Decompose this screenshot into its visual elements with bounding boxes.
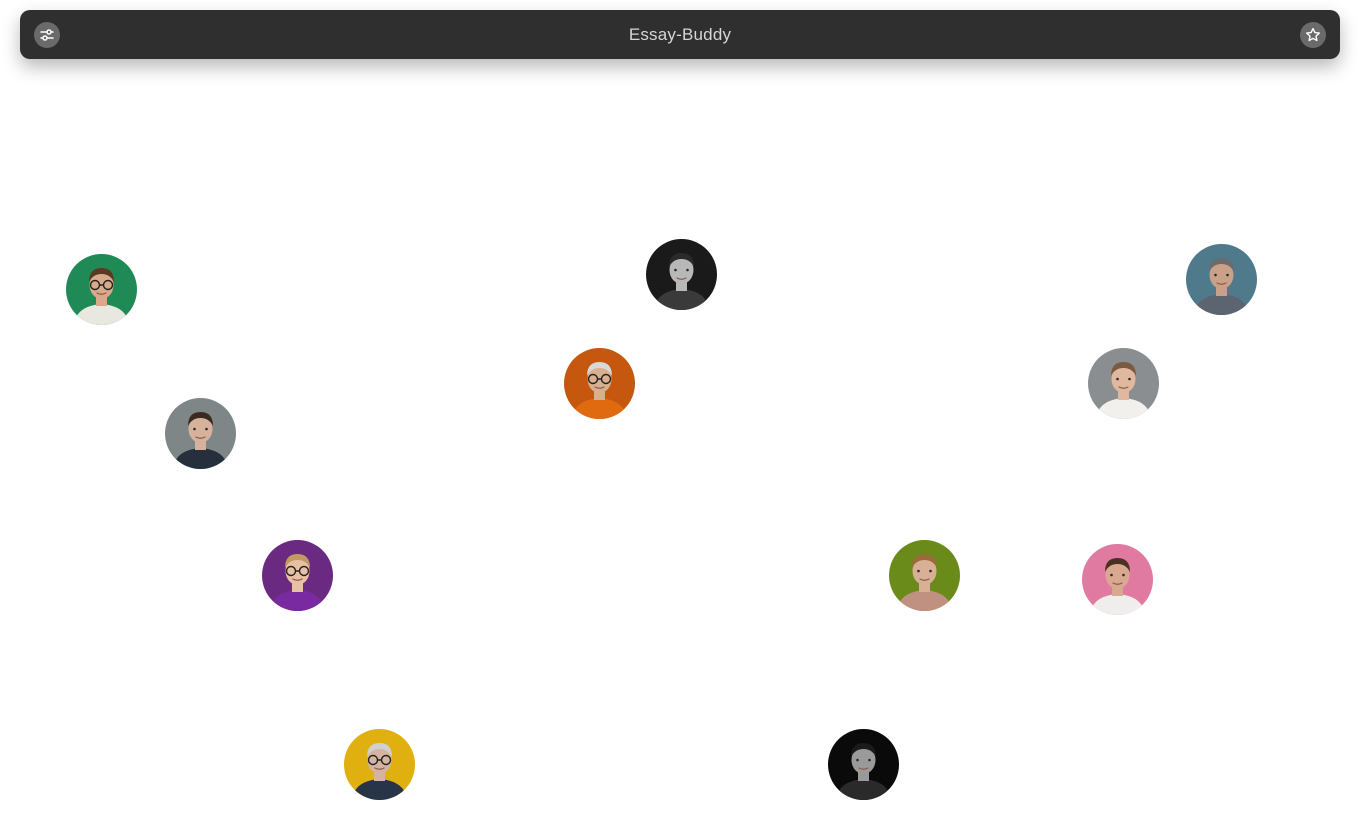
person-avatar[interactable] [1088, 348, 1159, 419]
star-icon[interactable] [1300, 22, 1326, 48]
person-avatar[interactable] [646, 239, 717, 310]
person-avatar[interactable] [564, 348, 635, 419]
person-avatar[interactable] [1186, 244, 1257, 315]
app-title: Essay-Buddy [628, 25, 732, 44]
person-avatar[interactable] [1082, 544, 1153, 615]
person-avatar[interactable] [165, 398, 236, 469]
person-avatar[interactable] [262, 540, 333, 611]
title-bar: Essay-Buddy [20, 10, 1340, 59]
person-avatar[interactable] [828, 729, 899, 800]
person-avatar[interactable] [66, 254, 137, 325]
person-avatar[interactable] [889, 540, 960, 611]
person-avatar[interactable] [344, 729, 415, 800]
